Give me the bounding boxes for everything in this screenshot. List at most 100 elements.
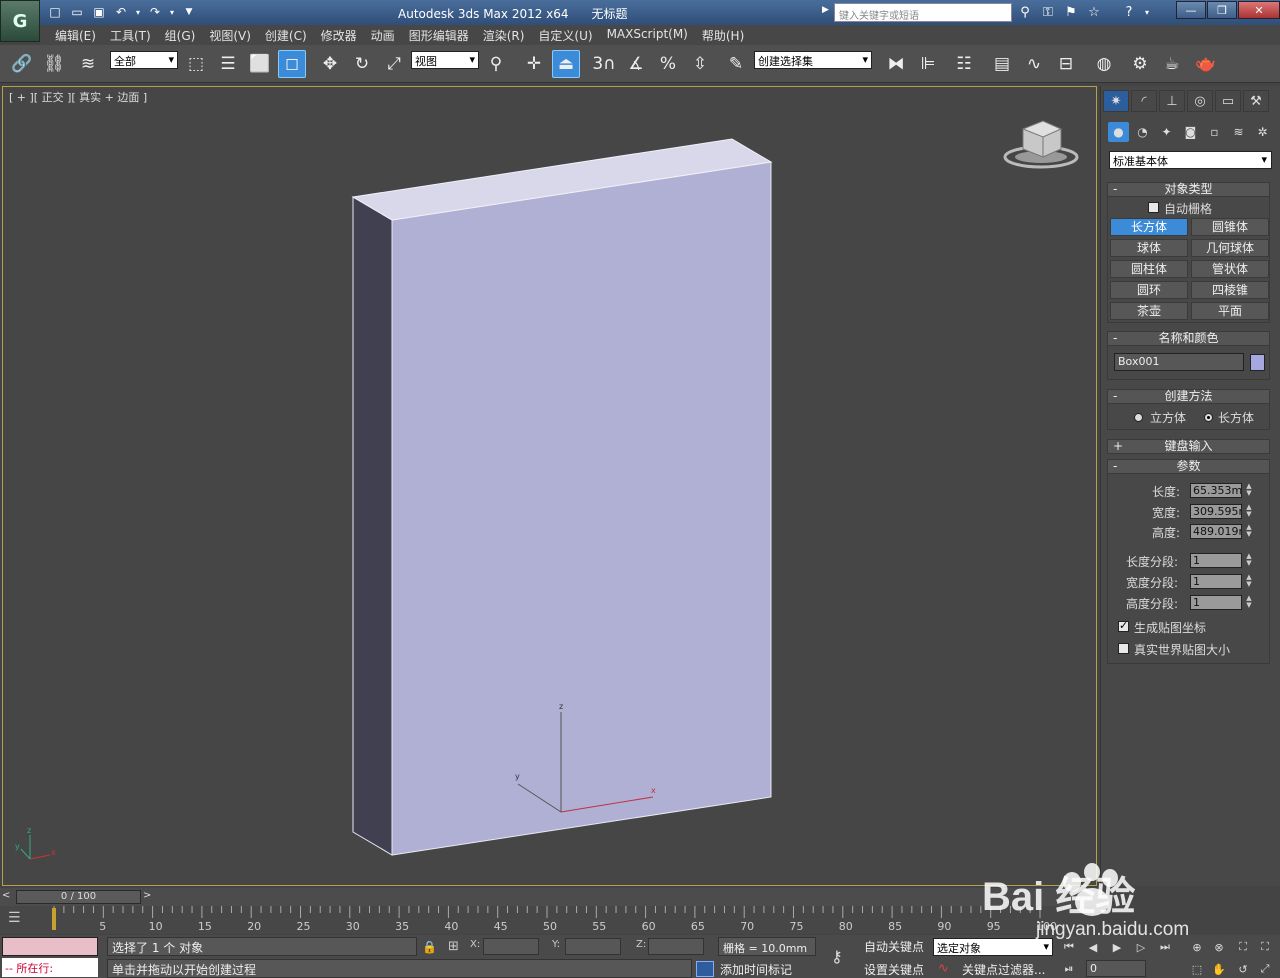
box-radio[interactable] (1204, 413, 1213, 422)
search-input[interactable]: 键入关键字或短语 (834, 3, 1012, 22)
help-icon[interactable]: ? (1120, 3, 1138, 21)
box-front-face[interactable] (391, 161, 772, 856)
helpers-icon[interactable]: ▫ (1204, 122, 1225, 142)
pan-view-icon[interactable]: ✋ (1210, 960, 1228, 978)
shapes-icon[interactable]: ◔ (1132, 122, 1153, 142)
close-button[interactable]: ✕ (1238, 1, 1280, 19)
menu-customize[interactable]: 自定义(U) (531, 25, 599, 45)
undo-icon[interactable]: ↶ (112, 3, 130, 21)
selection-filter-dropdown[interactable]: 全部 (110, 51, 178, 69)
zoom-extents-all-icon[interactable]: ⛶ (1256, 938, 1274, 956)
reference-coordinate-dropdown[interactable]: 视图 (411, 51, 479, 69)
restore-button[interactable]: ❐ (1207, 1, 1237, 19)
height-spinner[interactable]: 489.019m (1190, 524, 1242, 539)
key-filters-button[interactable]: 关键点过滤器... (962, 961, 1045, 978)
select-and-manipulate-icon[interactable]: ✛ (520, 50, 548, 78)
viewcube-icon[interactable] (1003, 120, 1079, 169)
systems-icon[interactable]: ✲ (1252, 122, 1273, 142)
pyramid-button[interactable]: 四棱锥 (1191, 281, 1269, 299)
menu-edit[interactable]: 编辑(E) (48, 25, 103, 45)
prev-frame-icon[interactable]: ◀ (1084, 938, 1102, 956)
height-segs-arrows[interactable]: ▲ ▼ (1244, 595, 1254, 610)
qat-customize-icon[interactable]: ▼ (180, 3, 198, 21)
zoom-extents-icon[interactable]: ⛶ (1234, 938, 1252, 956)
help-dropdown-icon[interactable]: ▾ (1143, 3, 1151, 21)
angle-snap-icon[interactable]: ∡ (622, 50, 650, 78)
plane-button[interactable]: 平面 (1191, 302, 1269, 320)
name-color-rollout-header[interactable]: - 名称和颜色 (1107, 331, 1270, 346)
width-segs-arrows[interactable]: ▲ ▼ (1244, 574, 1254, 589)
menu-help[interactable]: 帮助(H) (695, 25, 751, 45)
width-segs-spinner[interactable]: 1 (1190, 574, 1242, 589)
unlink-selection-icon[interactable]: ⛓ (40, 50, 68, 78)
menu-graph-editors[interactable]: 图形编辑器 (402, 25, 476, 45)
display-tab-icon[interactable]: ▭ (1215, 90, 1241, 112)
creation-method-rollout-header[interactable]: - 创建方法 (1107, 389, 1270, 404)
box-left-face[interactable] (352, 196, 393, 856)
menu-maxscript[interactable]: MAXScript(M) (600, 25, 695, 45)
select-and-rotate-icon[interactable]: ↻ (348, 50, 376, 78)
box-button[interactable]: 长方体 (1110, 218, 1188, 236)
curve-editor-icon[interactable]: ∿ (1020, 50, 1048, 78)
window-crossing-icon[interactable]: ◻ (278, 50, 306, 78)
menu-group[interactable]: 组(G) (158, 25, 203, 45)
z-coord-field[interactable] (648, 938, 704, 955)
real-world-map-checkbox[interactable] (1118, 643, 1129, 654)
binoculars-icon[interactable]: ⚲ (1016, 3, 1034, 21)
select-and-scale-icon[interactable]: ⤢ (380, 50, 408, 78)
length-spinner[interactable]: 65.353mm (1190, 483, 1242, 498)
mirror-icon[interactable]: ⧓ (882, 50, 910, 78)
keyboard-entry-rollout-header[interactable]: + 键盘输入 (1107, 439, 1270, 454)
render-setup-icon[interactable]: ⚙ (1126, 50, 1154, 78)
hierarchy-tab-icon[interactable]: ⊥ (1159, 90, 1185, 112)
motion-tab-icon[interactable]: ◎ (1187, 90, 1213, 112)
lock-selection-icon[interactable]: 🔒 (422, 940, 437, 954)
time-tag-icon[interactable] (696, 961, 714, 977)
cone-button[interactable]: 圆锥体 (1191, 218, 1269, 236)
communication-center-icon[interactable]: ⚑ (1062, 3, 1080, 21)
sphere-button[interactable]: 球体 (1110, 239, 1188, 257)
minimize-button[interactable]: — (1176, 1, 1206, 19)
geometry-icon[interactable]: ● (1108, 122, 1129, 142)
key-mode-dropdown[interactable]: 选定对象 (933, 938, 1053, 956)
y-coord-field[interactable] (565, 938, 621, 955)
key-filter-curve-icon[interactable]: ∿ (938, 961, 949, 976)
subscription-icon[interactable]: ⚿ (1039, 3, 1057, 21)
layer-manager-icon[interactable]: ☷ (950, 50, 978, 78)
auto-key-button[interactable]: 自动关键点 (864, 938, 924, 955)
application-menu-button[interactable]: G (0, 0, 40, 42)
autogrid-checkbox[interactable] (1148, 202, 1159, 213)
width-spinner[interactable]: 309.595m (1190, 504, 1242, 519)
key-mode-toggle-icon[interactable]: ⏯ (1060, 960, 1078, 978)
maxscript-listener-input[interactable] (2, 937, 98, 956)
select-and-link-icon[interactable]: 🔗 (8, 50, 36, 78)
save-file-icon[interactable]: ▣ (90, 3, 108, 21)
play-icon[interactable]: ▶ (1108, 938, 1126, 956)
field-of-view-icon[interactable]: ⬚ (1188, 960, 1206, 978)
time-slider-thumb[interactable]: 0 / 100 (16, 890, 141, 904)
menu-animation[interactable]: 动画 (364, 25, 402, 45)
track-bar[interactable]: ☰ 5 10 15 20 25 30 35 40 45 50 55 60 65 70 75 80 85 90 95 1… (0, 906, 1100, 934)
cylinder-button[interactable]: 圆柱体 (1110, 260, 1188, 278)
menu-views[interactable]: 视图(V) (202, 25, 258, 45)
mini-curve-editor-icon[interactable]: ☰ (8, 910, 21, 926)
menu-modifiers[interactable]: 修改器 (314, 25, 364, 45)
schematic-view-icon[interactable]: ⊟ (1052, 50, 1080, 78)
redo-dropdown-icon[interactable]: ▾ (168, 3, 176, 21)
object-type-rollout-header[interactable]: - 对象类型 (1107, 182, 1270, 197)
material-editor-icon[interactable]: ◍ (1090, 50, 1118, 78)
utilities-tab-icon[interactable]: ⚒ (1243, 90, 1269, 112)
create-tab-icon[interactable]: ✷ (1103, 90, 1129, 112)
open-file-icon[interactable]: ▭ (68, 3, 86, 21)
orbit-icon[interactable]: ↺ (1234, 960, 1252, 978)
graphite-toolbar-icon[interactable]: ▤ (988, 50, 1016, 78)
align-icon[interactable]: ⊫ (914, 50, 942, 78)
menu-rendering[interactable]: 渲染(R) (476, 25, 532, 45)
add-time-tag[interactable]: 添加时间标记 (720, 961, 792, 978)
redo-icon[interactable]: ↷ (146, 3, 164, 21)
rendered-frame-window-icon[interactable]: ☕ (1158, 50, 1186, 78)
cameras-icon[interactable]: ◙ (1180, 122, 1201, 142)
undo-dropdown-icon[interactable]: ▾ (134, 3, 142, 21)
use-pivot-center-icon[interactable]: ⚲ (482, 50, 510, 78)
menu-create[interactable]: 创建(C) (258, 25, 314, 45)
